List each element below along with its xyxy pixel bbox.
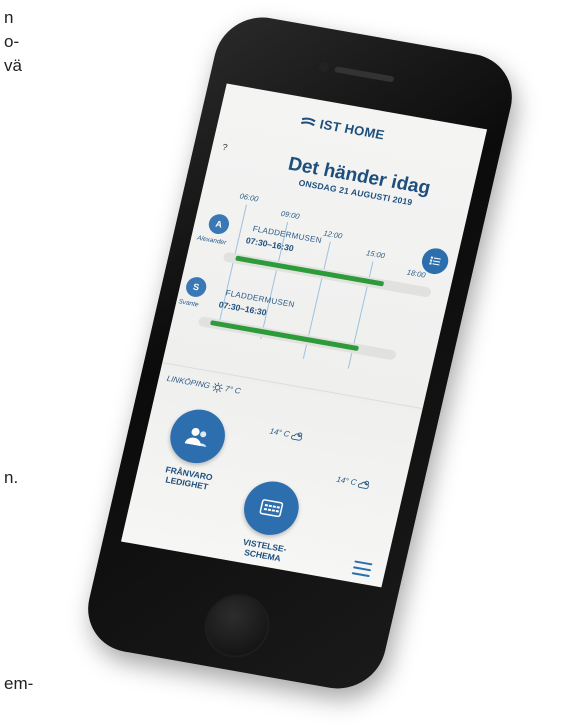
home-button[interactable] [198, 589, 276, 663]
absence-label: FRÅNVARO LEDIGHET [149, 462, 226, 494]
app-logo: IST HOME [299, 113, 386, 142]
weather-forecast: 14° C [268, 426, 305, 443]
cloud-sun-icon [291, 432, 303, 441]
menu-icon [354, 560, 373, 566]
calendar-icon [259, 499, 284, 518]
tick-label: 15:00 [365, 248, 386, 261]
schedule-label: VISTELSE- SCHEMA [225, 534, 302, 566]
child-name: Alexander [196, 234, 227, 247]
tick-label: 12:00 [322, 228, 344, 241]
app-screen: IST HOME ? Det händer idag ONSDAG 21 AUG… [121, 83, 488, 588]
child-avatar-svante[interactable]: S [184, 275, 209, 299]
list-icon [429, 256, 441, 266]
presence-bar[interactable] [210, 320, 360, 352]
weather-location: LINKÖPING [165, 373, 211, 391]
schedule-button[interactable] [238, 477, 305, 540]
earpiece-speaker [334, 66, 395, 83]
presence-bar[interactable] [235, 255, 385, 287]
weather-forecast: 14° C [335, 474, 372, 491]
child-avatar-alexander[interactable]: A [206, 212, 232, 236]
menu-button[interactable] [351, 560, 373, 578]
child-name: Svante [177, 298, 200, 309]
help-button[interactable]: ? [221, 142, 228, 153]
tick-label: 09:00 [279, 208, 301, 221]
menu-icon-bar [352, 566, 372, 572]
front-camera [317, 61, 330, 73]
absence-button[interactable] [164, 405, 231, 468]
phone-body: IST HOME ? Det händer idag ONSDAG 21 AUG… [78, 10, 522, 696]
weather-temp-now: 7° C [224, 384, 242, 396]
sun-icon [212, 382, 223, 393]
cloud-sun-icon [358, 480, 370, 489]
weather-now: LINKÖPING 7° C [166, 373, 242, 397]
day-timeline: 06:00 09:00 12:00 15:00 18:00 A Alexande… [165, 185, 464, 397]
phone-mockup: IST HOME ? Det händer idag ONSDAG 21 AUG… [0, 0, 573, 727]
logo-mark-icon [301, 117, 316, 126]
forecast-temp: 14° C [335, 474, 358, 488]
users-icon [184, 427, 207, 448]
logo-text: IST HOME [318, 116, 387, 143]
tick-label: 06:00 [238, 191, 260, 204]
forecast-temp: 14° C [268, 426, 291, 439]
menu-icon-bar [351, 572, 370, 578]
